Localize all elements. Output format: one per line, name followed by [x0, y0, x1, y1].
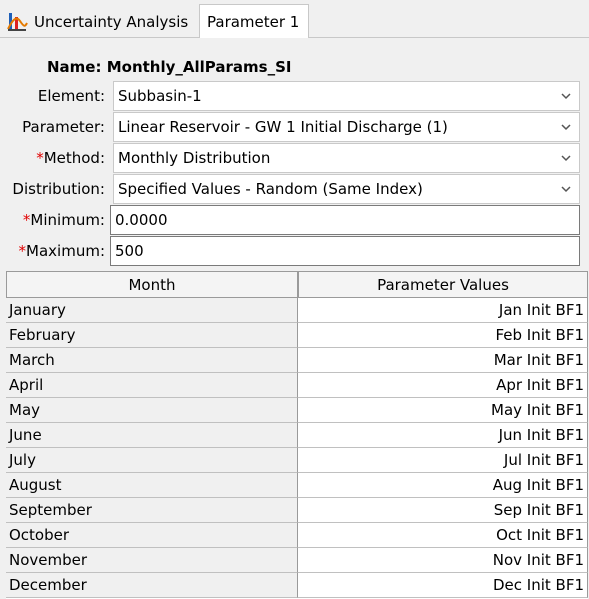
uncertainty-analysis-icon [7, 12, 28, 31]
minimum-label: *Minimum: [22, 211, 105, 229]
table-header: Month Parameter Values [6, 271, 588, 298]
chevron-down-icon [561, 93, 571, 100]
month-cell: October [6, 523, 298, 548]
column-header-parameter-values[interactable]: Parameter Values [298, 271, 588, 298]
value-cell[interactable]: Dec Init BF1 [298, 573, 588, 598]
month-cell: May [6, 398, 298, 423]
element-value: Subbasin-1 [118, 87, 202, 105]
value-cell[interactable]: Jul Init BF1 [298, 448, 588, 473]
maximum-field[interactable] [110, 236, 580, 266]
chevron-down-icon [561, 186, 571, 193]
element-label: Element: [37, 87, 105, 105]
method-label: *Method: [36, 149, 105, 167]
value-cell[interactable]: Jun Init BF1 [298, 423, 588, 448]
month-cell: September [6, 498, 298, 523]
value-cell[interactable]: Oct Init BF1 [298, 523, 588, 548]
tab-label: Uncertainty Analysis [34, 12, 189, 31]
value-cell[interactable]: Sep Init BF1 [298, 498, 588, 523]
table-row: November Nov Init BF1 [6, 548, 588, 573]
table-row: January Jan Init BF1 [6, 298, 588, 323]
name-row: Name: Monthly_AllParams_SI [47, 58, 291, 76]
parameter-value: Linear Reservoir - GW 1 Initial Discharg… [118, 118, 448, 136]
column-header-month[interactable]: Month [6, 271, 298, 298]
tab-uncertainty-analysis[interactable]: Uncertainty Analysis [6, 6, 198, 37]
monthly-values-table: Month Parameter Values January Jan Init B… [6, 271, 588, 599]
distribution-label: Distribution: [12, 180, 105, 198]
value-cell[interactable]: Apr Init BF1 [298, 373, 588, 398]
maximum-input[interactable] [111, 237, 579, 265]
minimum-input[interactable] [111, 206, 579, 234]
month-cell: March [6, 348, 298, 373]
name-label: Name: [47, 58, 102, 76]
table-row: April Apr Init BF1 [6, 373, 588, 398]
maximum-label: *Maximum: [18, 242, 105, 260]
month-cell: February [6, 323, 298, 348]
method-value: Monthly Distribution [118, 149, 271, 167]
method-select[interactable]: Monthly Distribution [113, 143, 580, 173]
table-row: July Jul Init BF1 [6, 448, 588, 473]
month-cell: January [6, 298, 298, 323]
table-row: September Sep Init BF1 [6, 498, 588, 523]
month-cell: August [6, 473, 298, 498]
table-row: August Aug Init BF1 [6, 473, 588, 498]
distribution-select[interactable]: Specified Values - Random (Same Index) [113, 174, 580, 204]
distribution-value: Specified Values - Random (Same Index) [118, 180, 423, 198]
value-cell[interactable]: Mar Init BF1 [298, 348, 588, 373]
table-row: December Dec Init BF1 [6, 573, 588, 598]
parameter-label: Parameter: [22, 118, 105, 136]
table-row: October Oct Init BF1 [6, 523, 588, 548]
month-cell: June [6, 423, 298, 448]
name-value: Monthly_AllParams_SI [106, 58, 292, 76]
month-cell: December [6, 573, 298, 598]
chevron-down-icon [561, 124, 571, 131]
table-row: March Mar Init BF1 [6, 348, 588, 373]
element-select[interactable]: Subbasin-1 [113, 81, 580, 111]
value-cell[interactable]: Aug Init BF1 [298, 473, 588, 498]
table-row: June Jun Init BF1 [6, 423, 588, 448]
value-cell[interactable]: Jan Init BF1 [298, 298, 588, 323]
table-row: February Feb Init BF1 [6, 323, 588, 348]
tab-label: Parameter 1 [207, 12, 300, 31]
tab-bar: Uncertainty Analysis Parameter 1 [0, 0, 589, 38]
value-cell[interactable]: May Init BF1 [298, 398, 588, 423]
chevron-down-icon [561, 155, 571, 162]
value-cell[interactable]: Nov Init BF1 [298, 548, 588, 573]
tab-parameter-1[interactable]: Parameter 1 [199, 4, 309, 38]
table-row: May May Init BF1 [6, 398, 588, 423]
value-cell[interactable]: Feb Init BF1 [298, 323, 588, 348]
table-body: January Jan Init BF1 February Feb Init BF1… [6, 298, 588, 598]
month-cell: November [6, 548, 298, 573]
month-cell: April [6, 373, 298, 398]
month-cell: July [6, 448, 298, 473]
minimum-field[interactable] [110, 205, 580, 235]
parameter-select[interactable]: Linear Reservoir - GW 1 Initial Discharg… [113, 112, 580, 142]
